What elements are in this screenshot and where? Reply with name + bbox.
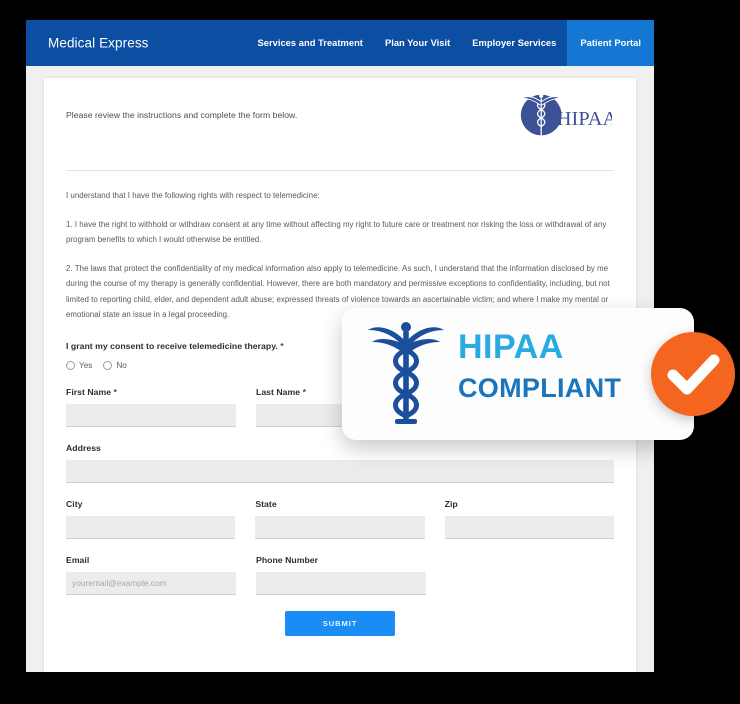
submit-button[interactable]: SUBMIT bbox=[285, 610, 395, 636]
city-state-zip-row: City State Zip bbox=[66, 499, 614, 539]
hipaa-compliant-badge: HIPAA COMPLIANT bbox=[342, 308, 735, 440]
consent-lead-paragraph: I understand that I have the following r… bbox=[66, 191, 320, 200]
consent-required-asterisk: * bbox=[280, 340, 284, 351]
form-intro-row: Please review the instructions and compl… bbox=[66, 78, 618, 160]
city-field: City bbox=[66, 499, 236, 539]
nav-item-patient-portal[interactable]: Patient Portal bbox=[567, 20, 654, 66]
last-name-required-asterisk: * bbox=[302, 386, 306, 397]
submit-row: SUBMIT bbox=[66, 610, 614, 636]
city-label-text: City bbox=[66, 498, 83, 509]
address-label: Address bbox=[66, 443, 614, 453]
email-field: Email bbox=[66, 555, 236, 595]
form-divider bbox=[66, 170, 614, 171]
first-name-input[interactable] bbox=[66, 403, 236, 427]
zip-label-text: Zip bbox=[444, 498, 458, 509]
first-name-required-asterisk: * bbox=[113, 386, 117, 397]
email-input[interactable] bbox=[66, 571, 236, 595]
zip-label: Zip bbox=[445, 499, 614, 509]
consent-radio-no[interactable]: No bbox=[103, 360, 127, 370]
state-input[interactable] bbox=[255, 515, 425, 539]
state-field: State bbox=[255, 499, 425, 539]
nav-item-plan-your-visit[interactable]: Plan Your Visit bbox=[374, 20, 461, 66]
consent-paragraph-1: 1. I have the right to withhold or withd… bbox=[66, 219, 607, 245]
check-circle-icon bbox=[651, 332, 735, 416]
city-input[interactable] bbox=[66, 515, 236, 539]
phone-label-text: Phone Number bbox=[256, 554, 319, 565]
svg-text:HIPAA: HIPAA bbox=[557, 108, 612, 130]
consent-radio-no-label: No bbox=[116, 360, 127, 370]
state-label-text: State bbox=[255, 498, 277, 509]
consent-question-text: I grant my consent to receive telemedici… bbox=[66, 340, 278, 351]
first-name-label: First Name * bbox=[66, 387, 236, 397]
consent-radio-yes[interactable]: Yes bbox=[66, 360, 93, 370]
badge-hipaa-text: HIPAA bbox=[458, 328, 564, 366]
address-field-row: Address bbox=[66, 443, 614, 483]
form-intro-text: Please review the instructions and compl… bbox=[66, 110, 298, 120]
city-label: City bbox=[66, 499, 235, 509]
email-label-text: Email bbox=[66, 554, 90, 565]
phone-input[interactable] bbox=[256, 571, 426, 595]
state-label: State bbox=[255, 499, 424, 509]
first-name-field: First Name * bbox=[66, 387, 236, 427]
email-phone-row: Email Phone Number bbox=[66, 555, 614, 595]
address-input[interactable] bbox=[66, 459, 614, 483]
hipaa-seal-icon: HIPAA bbox=[510, 88, 618, 148]
badge-text-block: HIPAA COMPLIANT bbox=[458, 330, 621, 402]
email-label: Email bbox=[66, 555, 236, 565]
phone-label: Phone Number bbox=[256, 555, 426, 565]
badge-compliant-text: COMPLIANT bbox=[458, 373, 622, 403]
first-name-label-text: First Name bbox=[66, 386, 112, 397]
zip-input[interactable] bbox=[444, 515, 614, 539]
nav-item-employer-services[interactable]: Employer Services bbox=[461, 20, 567, 66]
consent-radio-yes-label: Yes bbox=[79, 360, 93, 370]
address-label-text: Address bbox=[66, 442, 101, 453]
caduceus-icon bbox=[366, 320, 446, 428]
site-header: Medical Express Services and Treatment P… bbox=[26, 20, 654, 66]
radio-circle-icon[interactable] bbox=[103, 360, 113, 370]
nav-item-services-and-treatment[interactable]: Services and Treatment bbox=[246, 20, 373, 66]
zip-field: Zip bbox=[444, 499, 614, 539]
main-navigation: Services and Treatment Plan Your Visit E… bbox=[246, 20, 654, 66]
last-name-label-text: Last Name bbox=[256, 386, 301, 397]
phone-field: Phone Number bbox=[256, 555, 426, 595]
site-brand: Medical Express bbox=[48, 35, 149, 51]
radio-circle-icon[interactable] bbox=[66, 360, 75, 370]
address-field: Address bbox=[66, 443, 614, 483]
